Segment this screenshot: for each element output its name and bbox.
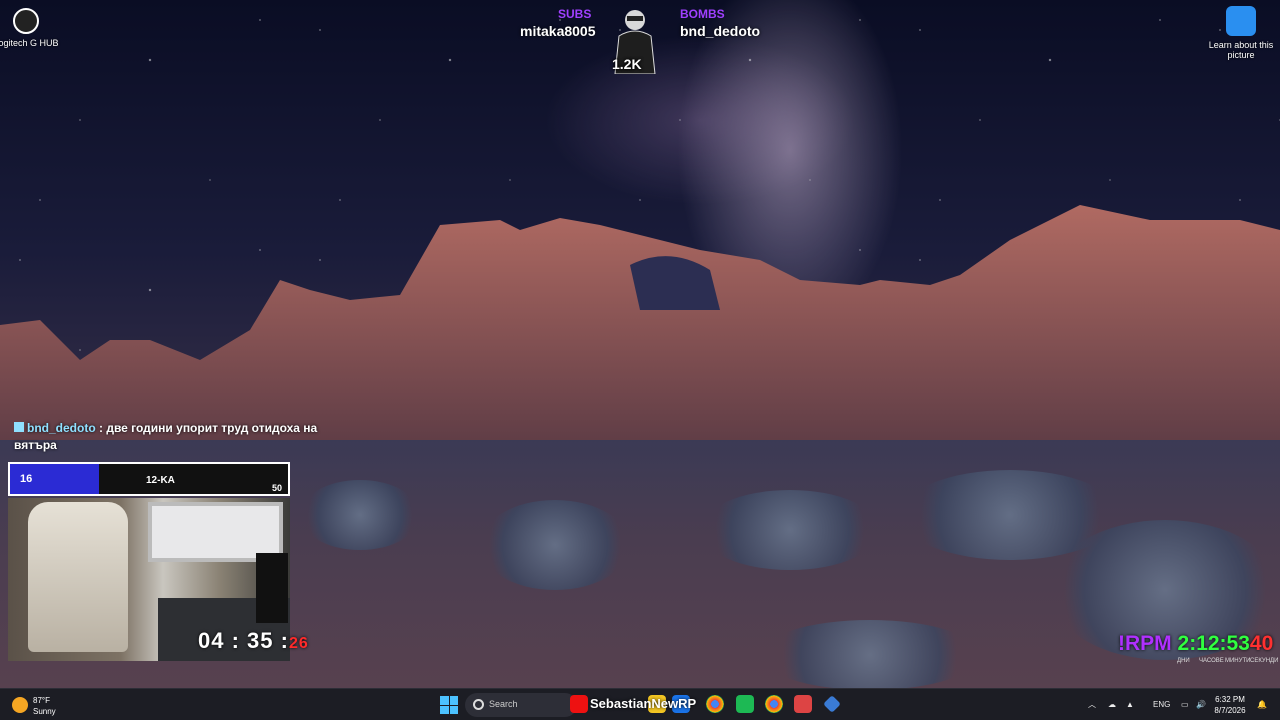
weather-temp: 87°F bbox=[33, 696, 50, 705]
desktop-icon-logitech[interactable]: Logitech G HUB bbox=[0, 8, 61, 48]
taskbar-search[interactable]: Search bbox=[465, 693, 577, 717]
chat-message: bnd_dedoto : две години упорит труд отид… bbox=[14, 420, 344, 454]
rpm-unit-minutes: МИНУТИ bbox=[1225, 658, 1251, 664]
shrub bbox=[760, 620, 980, 690]
language-indicator[interactable]: ENG bbox=[1153, 689, 1170, 720]
chrome-icon[interactable] bbox=[706, 695, 724, 713]
chevron-up-icon[interactable]: ︿ bbox=[1088, 689, 1096, 720]
rpm-unit-hours: ЧАСОВЕ bbox=[1199, 658, 1224, 664]
rpm-time: 2:12:53 bbox=[1177, 632, 1250, 655]
viewer-count: 1.2K bbox=[612, 56, 642, 72]
top-sub-username: mitaka8005 bbox=[520, 23, 596, 39]
network-icon[interactable]: ▭ bbox=[1181, 689, 1189, 720]
goal-progress-bar: 16 12-KA 50 bbox=[8, 462, 290, 496]
subs-tag: SUBS bbox=[558, 7, 592, 21]
rpm-unit-seconds: СЕКУНДИ bbox=[1250, 658, 1279, 664]
taskbar-clock[interactable]: 6:32 PM 8/7/2026 bbox=[1210, 694, 1250, 716]
top-bomb-username: bnd_dedoto bbox=[680, 23, 761, 39]
weather-condition: Sunny bbox=[33, 707, 56, 716]
shrub bbox=[480, 500, 630, 590]
rpm-timer: !RPM 2:12:5340 bbox=[1118, 632, 1273, 656]
goal-max: 50 bbox=[271, 483, 282, 493]
search-placeholder: Search bbox=[489, 699, 518, 709]
audio-app-icon[interactable] bbox=[736, 695, 754, 713]
webcam-chair bbox=[28, 502, 128, 652]
webcam-timer-main: 04 : 35 : bbox=[198, 628, 289, 653]
bombs-tag: BOMBS bbox=[680, 7, 725, 21]
rpm-seconds: 40 bbox=[1249, 632, 1274, 655]
shrub bbox=[700, 490, 880, 570]
webcam-monitor bbox=[256, 553, 288, 623]
clock-time: 6:32 PM bbox=[1215, 695, 1245, 704]
logitech-g-hub-icon bbox=[13, 8, 39, 34]
clock-date: 8/7/2026 bbox=[1214, 706, 1246, 715]
volume-icon[interactable]: 🔊 bbox=[1196, 689, 1206, 720]
chat-badge-icon bbox=[14, 422, 24, 432]
notification-bell-icon[interactable]: 🔔 bbox=[1257, 689, 1267, 720]
shrub bbox=[300, 480, 420, 550]
desktop-icon-learn-picture[interactable]: Learn about this picture bbox=[1206, 6, 1276, 60]
taskbar: 87°F Sunny Search SebastianNewRP ︿ ☁ ▲ E… bbox=[0, 688, 1280, 720]
search-icon bbox=[473, 699, 484, 710]
start-button[interactable] bbox=[440, 696, 458, 714]
chrome-profile-icon[interactable] bbox=[765, 695, 783, 713]
goal-current: 16 bbox=[20, 473, 33, 485]
onedrive-icon[interactable]: ☁ bbox=[1108, 689, 1116, 720]
weather-widget[interactable]: 87°F Sunny bbox=[12, 693, 92, 717]
diamond-app-icon[interactable] bbox=[823, 695, 841, 713]
webcam-timer-seconds: 26 bbox=[288, 635, 309, 652]
streaming-app-icon[interactable] bbox=[794, 695, 812, 713]
rpm-unit-days: ДНИ bbox=[1177, 658, 1190, 664]
desktop-icon-label: Logitech G HUB bbox=[0, 38, 59, 48]
desktop-icon-label: Learn about this picture bbox=[1208, 40, 1274, 60]
stream-top-overlay: SUBS mitaka8005 1.2K BOMBS bnd_dedoto bbox=[500, 6, 800, 76]
sun-icon bbox=[12, 697, 28, 713]
webcam-timer: 04 : 35 :26 bbox=[198, 628, 309, 654]
rpm-label: !RPM bbox=[1118, 632, 1172, 655]
stream-title: SebastianNewRP bbox=[590, 696, 697, 711]
app-tray-icon[interactable]: ▲ bbox=[1126, 689, 1134, 720]
info-camera-icon bbox=[1226, 6, 1256, 36]
chat-username: bnd_dedoto bbox=[27, 421, 96, 435]
goal-name: 12-KA bbox=[146, 475, 175, 486]
youtube-icon[interactable] bbox=[570, 695, 588, 713]
